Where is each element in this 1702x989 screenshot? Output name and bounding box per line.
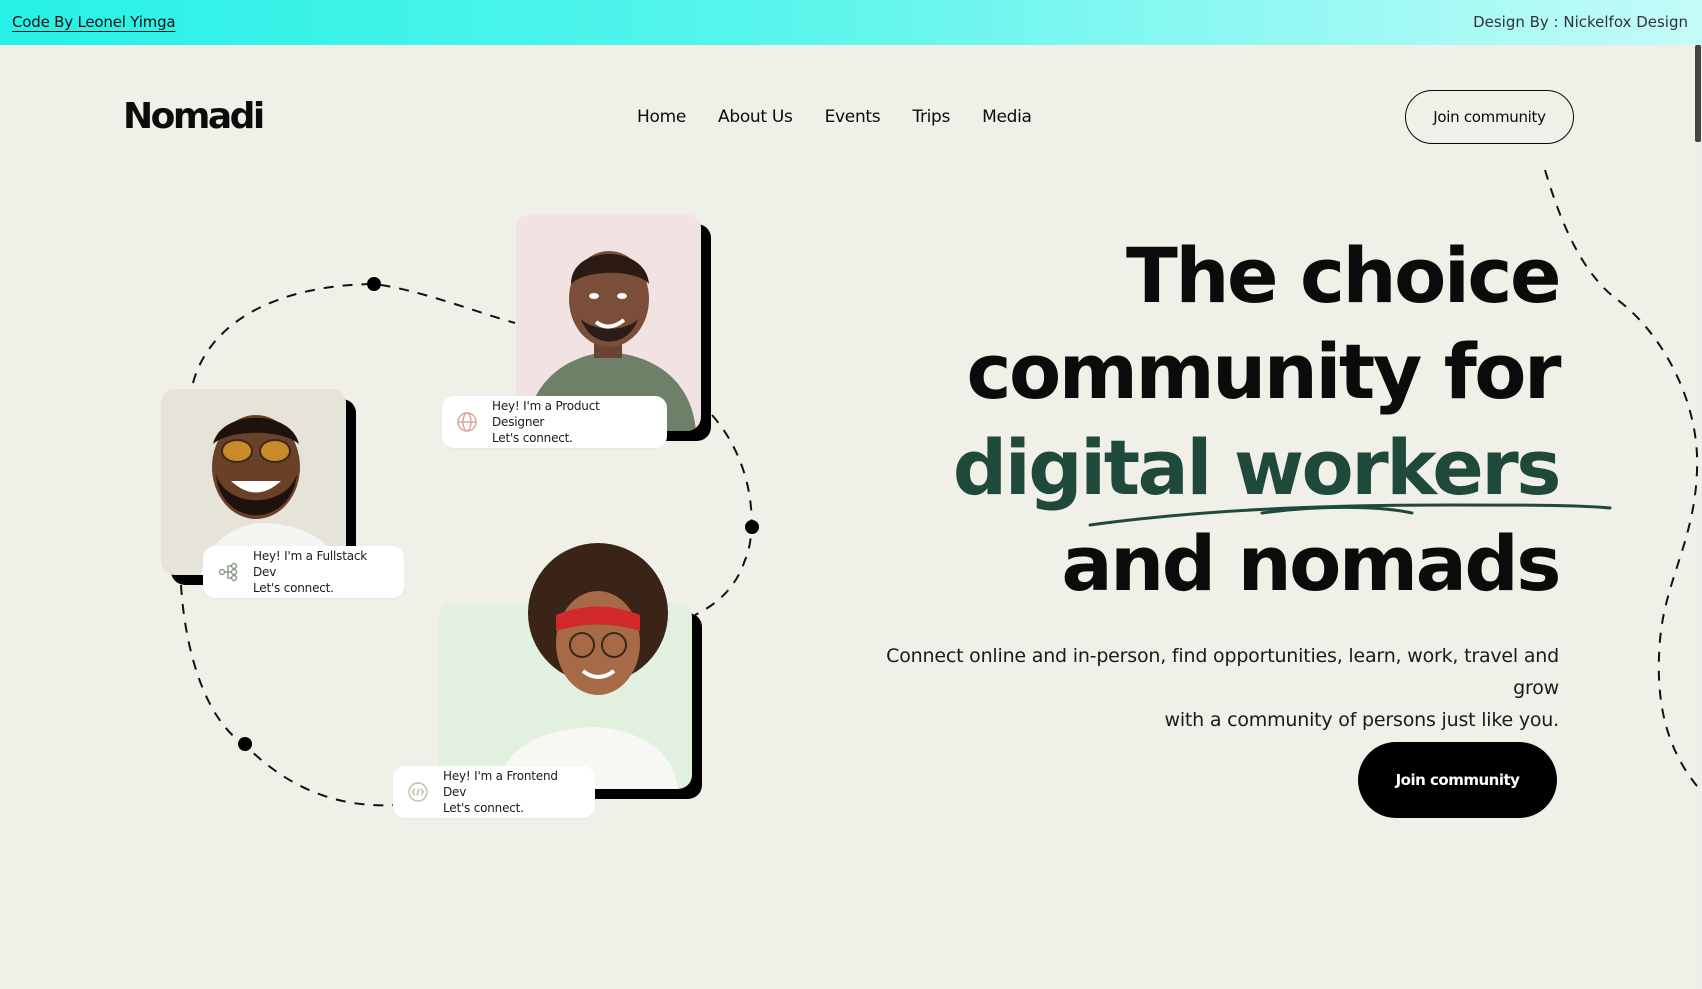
nav-media[interactable]: Media (982, 107, 1032, 127)
chip-line-1: Hey! I'm a Product Designer (492, 399, 600, 429)
code-by-link[interactable]: Code By Leonel Yimga (12, 13, 176, 31)
hero-subtitle-line-2: with a community of persons just like yo… (1164, 709, 1559, 731)
nav-events[interactable]: Events (825, 107, 881, 127)
chip-text: Hey! I'm a Product Designer Let's connec… (492, 398, 653, 446)
network-icon (218, 562, 238, 582)
hero-title-line-2: community for (966, 327, 1562, 416)
person-illustration-icon (498, 543, 678, 789)
hero-subtitle-line-1: Connect online and in-person, find oppor… (886, 645, 1559, 699)
chip-line-2: Let's connect. (443, 801, 524, 815)
chip-product-designer[interactable]: Hey! I'm a Product Designer Let's connec… (442, 396, 667, 448)
main-nav: Home About Us Events Trips Media (637, 107, 1032, 127)
credit-bar: Code By Leonel Yimga Design By : Nickelf… (0, 0, 1702, 45)
chip-text: Hey! I'm a Fullstack Dev Let's connect. (253, 548, 390, 596)
chip-frontend-dev[interactable]: Hey! I'm a Frontend Dev Let's connect. (393, 766, 595, 818)
hero-title-line-4: and nomads (1061, 519, 1561, 608)
hero-title-line-1: The choice (1126, 231, 1561, 320)
globe-icon (457, 412, 477, 432)
hero-title-accent: digital workers (952, 423, 1562, 512)
logo[interactable]: Nomadi (123, 96, 265, 137)
chip-line-1: Hey! I'm a Fullstack Dev (253, 549, 368, 579)
chip-text: Hey! I'm a Frontend Dev Let's connect. (443, 768, 581, 816)
nav-home[interactable]: Home (637, 107, 686, 127)
header-join-community-button[interactable]: Join community (1405, 90, 1574, 144)
scrollbar-thumb[interactable] (1695, 45, 1701, 142)
hero-title: The choice community for digital workers… (952, 228, 1562, 612)
code-icon (408, 782, 428, 802)
design-by-text: Design By : Nickelfox Design (1473, 13, 1688, 31)
avatar (438, 543, 692, 789)
nav-about-us[interactable]: About Us (718, 107, 793, 127)
nav-trips[interactable]: Trips (912, 107, 950, 127)
scrollbar-track[interactable] (1694, 45, 1702, 989)
hero-join-community-button[interactable]: Join community (1358, 742, 1557, 818)
chip-line-2: Let's connect. (253, 581, 334, 595)
chip-line-1: Hey! I'm a Frontend Dev (443, 769, 558, 799)
chip-line-2: Let's connect. (492, 431, 573, 445)
chip-fullstack-dev[interactable]: Hey! I'm a Fullstack Dev Let's connect. (203, 546, 404, 598)
hero-subtitle: Connect online and in-person, find oppor… (839, 640, 1559, 736)
